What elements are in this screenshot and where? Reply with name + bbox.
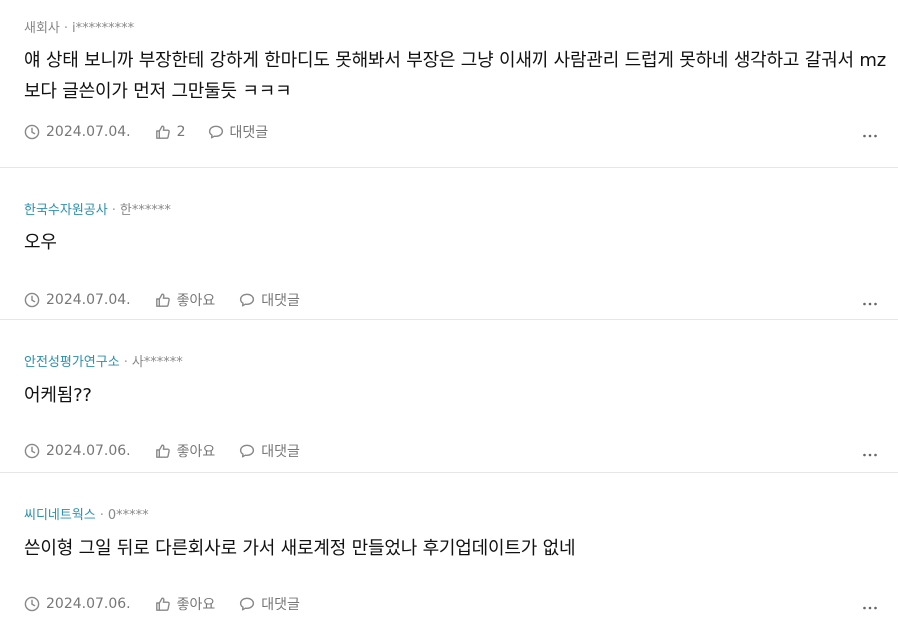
reply-label: 대댓글 xyxy=(261,597,300,613)
reply-button[interactable]: 대댓글 xyxy=(239,441,300,461)
company-name: 새회사 xyxy=(24,21,60,36)
author-nickname: i********* xyxy=(72,21,135,36)
comment-actions: 2024.07.06. 좋아요 대댓글 xyxy=(24,594,888,614)
like-button[interactable]: 좋아요 xyxy=(155,290,216,310)
more-horizontal-icon xyxy=(862,602,878,618)
reply-label: 대댓글 xyxy=(229,125,269,141)
meta-separator: · xyxy=(111,203,116,218)
more-options-button[interactable] xyxy=(862,445,878,461)
more-options-button[interactable] xyxy=(862,598,878,614)
comment-date: 2024.07.04. xyxy=(24,292,131,308)
comment-item: 새회사 · i********* 얘 상태 보니까 부장한테 강하게 한마디도 못해… xyxy=(0,0,898,168)
date-label: 2024.07.06. xyxy=(46,596,131,612)
speech-bubble-icon xyxy=(208,124,230,140)
like-button[interactable]: 좋아요 xyxy=(155,594,216,614)
thumbs-up-icon xyxy=(155,292,177,308)
meta-separator: · xyxy=(123,355,128,370)
thumbs-up-icon xyxy=(155,443,177,459)
comment-item: 한국수자원공사 · 한****** 오우 2024.07.04. 좋아요 대댓글 xyxy=(0,168,898,320)
reply-label: 대댓글 xyxy=(261,293,300,309)
comment-author-meta: 한국수자원공사 · 한****** xyxy=(24,202,171,220)
comment-item: 안전성평가연구소 · 사****** 어케됨?? 2024.07.06. 좋아요 대… xyxy=(0,320,898,473)
reply-button[interactable]: 대댓글 xyxy=(239,290,300,310)
clock-icon xyxy=(24,124,46,140)
comment-text: 오우 xyxy=(24,232,57,253)
like-button[interactable]: 2 xyxy=(155,124,186,140)
comment-actions: 2024.07.06. 좋아요 대댓글 xyxy=(24,441,888,461)
meta-separator: · xyxy=(99,508,104,523)
thumbs-up-icon xyxy=(155,596,177,612)
like-button[interactable]: 좋아요 xyxy=(155,441,216,461)
clock-icon xyxy=(24,596,46,612)
reply-button[interactable]: 대댓글 xyxy=(239,594,300,614)
company-link[interactable]: 안전성평가연구소 xyxy=(24,355,120,370)
comment-author-meta: 씨디네트웍스 · 0***** xyxy=(24,507,149,525)
speech-bubble-icon xyxy=(239,596,261,612)
more-horizontal-icon xyxy=(862,130,878,146)
reply-button[interactable]: 대댓글 xyxy=(208,122,269,142)
comment-date: 2024.07.04. xyxy=(24,124,131,140)
clock-icon xyxy=(24,443,46,459)
comment-date: 2024.07.06. xyxy=(24,596,131,612)
company-link[interactable]: 한국수자원공사 xyxy=(24,203,108,218)
more-horizontal-icon xyxy=(862,449,878,465)
company-link[interactable]: 씨디네트웍스 xyxy=(24,508,96,523)
like-count: 2 xyxy=(176,124,186,140)
comment-actions: 2024.07.04. 2 대댓글 xyxy=(24,122,888,142)
clock-icon xyxy=(24,292,46,308)
comment-date: 2024.07.06. xyxy=(24,443,131,459)
like-label: 좋아요 xyxy=(176,444,216,460)
comment-author-meta: 새회사 · i********* xyxy=(24,20,134,38)
comment-actions: 2024.07.04. 좋아요 대댓글 xyxy=(24,290,888,310)
like-label: 좋아요 xyxy=(176,597,216,613)
date-label: 2024.07.06. xyxy=(46,443,131,459)
comment-item: 씨디네트웍스 · 0***** 쓴이형 그일 뒤로 다른회사로 가서 새로계정 만들… xyxy=(0,473,898,623)
more-options-button[interactable] xyxy=(862,294,878,310)
meta-separator: · xyxy=(63,21,69,36)
speech-bubble-icon xyxy=(239,292,261,308)
author-nickname: 사****** xyxy=(131,355,183,370)
thumbs-up-icon xyxy=(155,124,177,140)
comment-text: 어케됨?? xyxy=(24,385,92,406)
date-label: 2024.07.04. xyxy=(46,124,131,140)
author-nickname: 0***** xyxy=(107,508,149,523)
speech-bubble-icon xyxy=(239,443,261,459)
author-nickname: 한****** xyxy=(119,203,171,218)
comment-text: 얘 상태 보니까 부장한테 강하게 한마디도 못해봐서 부장은 그냥 이새끼 사… xyxy=(24,50,886,102)
comment-author-meta: 안전성평가연구소 · 사****** xyxy=(24,354,183,372)
reply-label: 대댓글 xyxy=(261,444,300,460)
like-label: 좋아요 xyxy=(176,293,216,309)
more-horizontal-icon xyxy=(862,298,878,314)
more-options-button[interactable] xyxy=(862,126,878,142)
comment-text: 쓴이형 그일 뒤로 다른회사로 가서 새로계정 만들었나 후기업데이트가 없네 xyxy=(24,538,576,559)
date-label: 2024.07.04. xyxy=(46,292,131,308)
